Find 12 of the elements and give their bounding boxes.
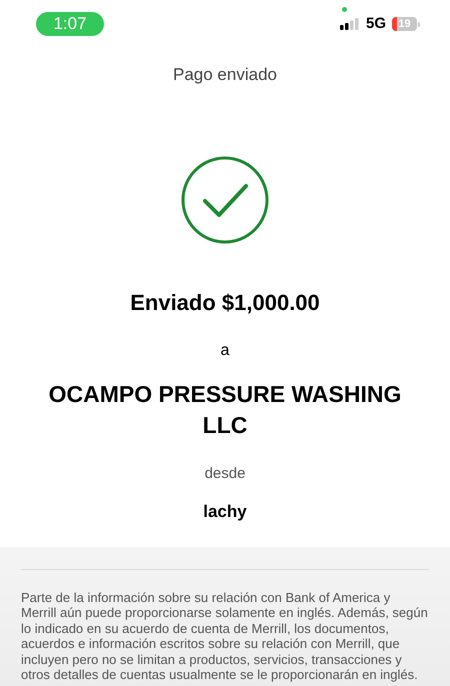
amount-sent: Enviado $1,000.00	[129, 288, 321, 316]
from-label: desde	[204, 464, 246, 484]
page-title: Pago enviado	[172, 64, 278, 86]
to-label: a	[220, 340, 230, 360]
sender-name: lachy	[202, 501, 248, 523]
status-time: 1:07	[36, 12, 104, 36]
signal-icon	[340, 18, 360, 30]
battery-indicator: 19	[392, 17, 420, 31]
checkmark-circle-icon	[181, 156, 269, 244]
disclaimer-text: Parte de la información sobre su relación con Bank of America y Merrill aún puede proporcionarse solamente en inglés. Además, según lo indicado en su acuerdo de cuenta de Merrill, los documentos, acuerdos e información escritos sobre su relación con Merrill, que incluyen pero no se limitan a productos, servicios, transacciones y otros detalles de cuentas usualmente se le proporcionarán en inglés.	[21, 590, 429, 682]
recipient-name: OCAMPO PRESSURE WASHING LLC	[48, 380, 402, 440]
network-label: 5G	[366, 14, 386, 34]
